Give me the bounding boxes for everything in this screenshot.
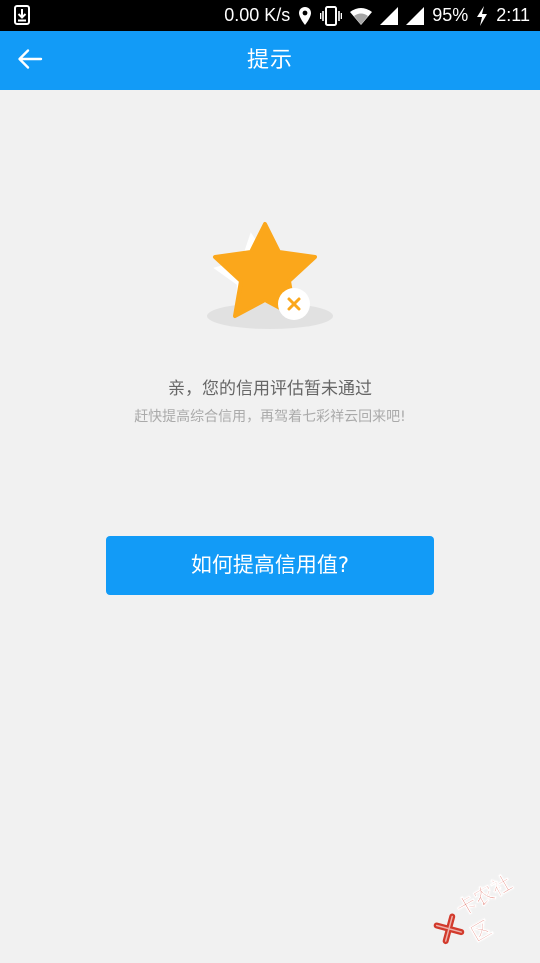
- improve-credit-button[interactable]: 如何提高信用值?: [106, 536, 434, 595]
- watermark: 卡农社区: [424, 861, 540, 963]
- status-illustration: [200, 215, 340, 340]
- result-headline: 亲，您的信用评估暂未通过: [0, 374, 540, 399]
- network-speed: 0.00 K/s: [224, 5, 290, 26]
- page-title: 提示: [0, 31, 540, 90]
- clock: 2:11: [496, 5, 530, 26]
- signal-icon: [380, 7, 398, 25]
- toolbar: 提示: [0, 31, 540, 90]
- vibrate-icon: [320, 6, 342, 26]
- close-icon: [278, 288, 310, 320]
- back-button[interactable]: [8, 39, 52, 83]
- arrow-left-icon: [17, 48, 43, 74]
- charging-bolt-icon: [476, 6, 488, 26]
- download-notification-icon: [14, 5, 30, 25]
- location-pin-icon: [298, 6, 312, 26]
- status-bar: 0.00 K/s 95% 2:: [0, 0, 540, 31]
- signal-icon-2: [406, 7, 424, 25]
- battery-level: 95%: [432, 5, 468, 26]
- wifi-icon: [350, 7, 372, 25]
- result-subline: 赶快提高综合信用，再驾着七彩祥云回来吧!: [0, 406, 540, 426]
